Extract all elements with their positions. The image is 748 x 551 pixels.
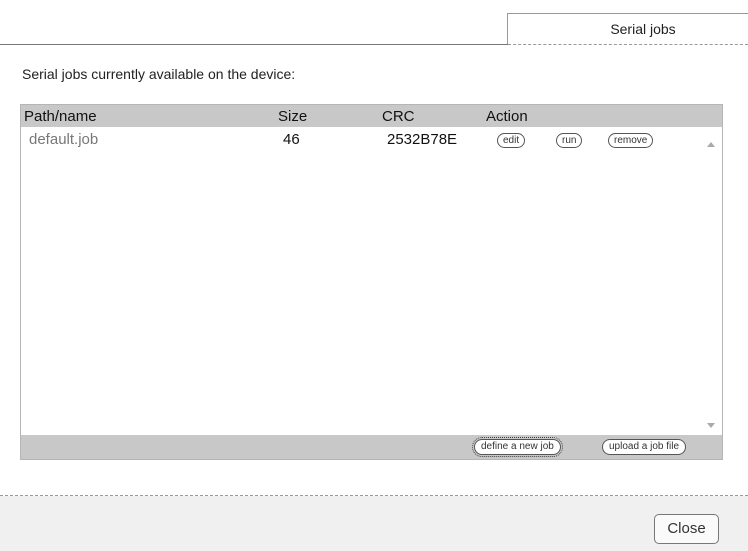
table-footer: define a new job upload a job file bbox=[21, 435, 722, 459]
scroll-down-arrow-icon[interactable] bbox=[707, 423, 715, 428]
intro-text: Serial jobs currently available on the d… bbox=[22, 66, 296, 82]
col-header-crc: CRC bbox=[382, 108, 415, 125]
remove-button[interactable]: remove bbox=[608, 133, 654, 148]
tab-serial-jobs[interactable]: Serial jobs bbox=[507, 13, 748, 44]
edit-button[interactable]: edit bbox=[497, 133, 526, 148]
dialog-footer: Close bbox=[0, 496, 748, 551]
job-size: 46 bbox=[283, 131, 300, 148]
upload-job-file-button[interactable]: upload a job file bbox=[602, 439, 687, 455]
run-button[interactable]: run bbox=[556, 133, 583, 148]
job-crc: 2532B78E bbox=[387, 131, 458, 148]
col-header-size: Size bbox=[278, 108, 308, 125]
col-header-path-name: Path/name bbox=[24, 108, 97, 125]
define-new-job-button[interactable]: define a new job bbox=[472, 437, 563, 457]
col-header-action: Action bbox=[486, 108, 528, 125]
table-scrollbar[interactable] bbox=[705, 133, 719, 431]
scroll-up-arrow-icon[interactable] bbox=[707, 142, 715, 147]
table-row: default.job 46 2532B78E edit run remove bbox=[21, 129, 701, 151]
close-button[interactable]: Close bbox=[654, 514, 719, 544]
job-name: default.job bbox=[29, 131, 99, 148]
jobs-table: Path/name Size CRC Action default.job 46… bbox=[20, 104, 723, 460]
table-header: Path/name Size CRC Action bbox=[21, 105, 722, 127]
